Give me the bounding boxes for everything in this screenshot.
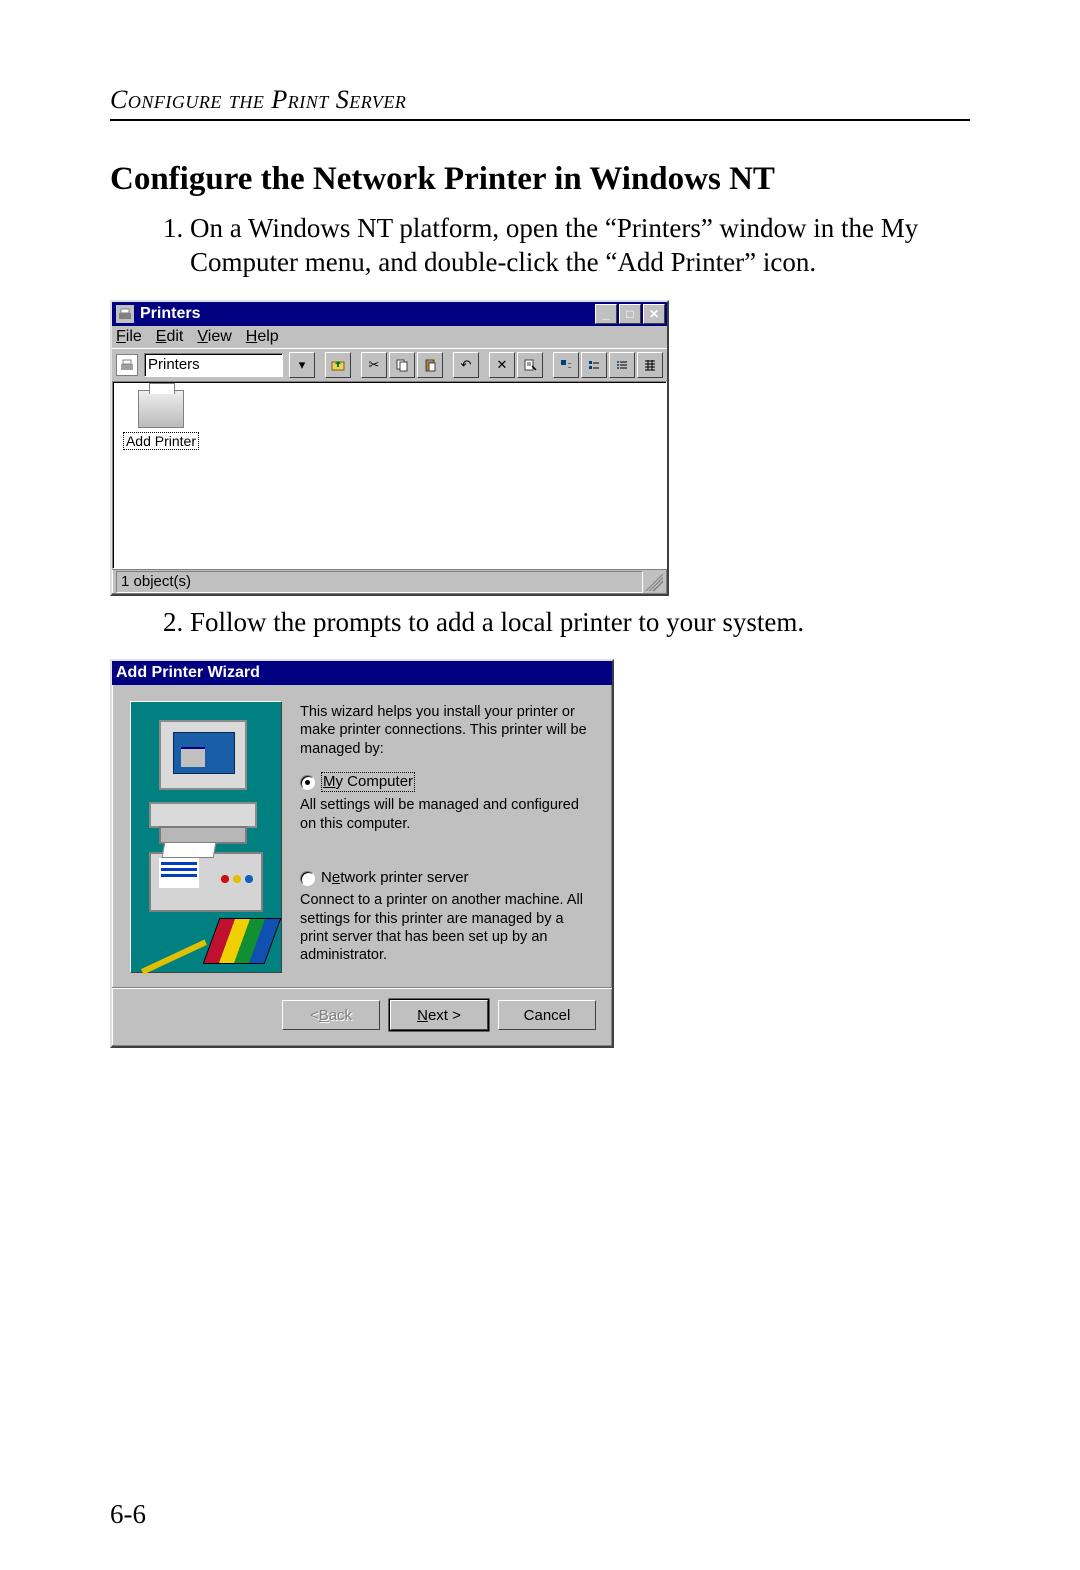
status-bar: 1 object(s): [112, 569, 667, 594]
wizard-intro: This wizard helps you install your print…: [300, 703, 594, 757]
next-button[interactable]: Next >: [390, 1000, 488, 1030]
large-icons-icon[interactable]: ––: [553, 352, 579, 378]
radio-selected-icon: [300, 775, 315, 790]
menu-view[interactable]: View: [197, 328, 231, 346]
maximize-button[interactable]: □: [619, 304, 641, 324]
toolbar: Printers ▾ ✂ ↶ ✕ ––: [112, 348, 667, 381]
header-rule: [110, 119, 970, 121]
minimize-button[interactable]: _: [595, 304, 617, 324]
radio-unselected-icon: [300, 871, 315, 886]
printer-icon: [138, 390, 184, 428]
close-button[interactable]: ✕: [643, 304, 665, 324]
printers-window: Printers _ □ ✕ FFileile Edit View Help P…: [110, 300, 669, 596]
step-2-text: Follow the prompts to add a local printe…: [190, 606, 970, 640]
section-title: Configure the Network Printer in Windows…: [110, 161, 970, 198]
menu-file[interactable]: FFileile: [116, 328, 142, 346]
delete-icon[interactable]: ✕: [489, 352, 515, 378]
properties-icon[interactable]: [517, 352, 543, 378]
undo-icon[interactable]: ↶: [453, 352, 479, 378]
menu-help[interactable]: Help: [246, 328, 279, 346]
cancel-button[interactable]: Cancel: [498, 1000, 596, 1030]
address-box[interactable]: Printers: [144, 353, 283, 377]
add-printer-label: Add Printer: [123, 432, 199, 450]
menubar: FFileile Edit View Help: [112, 326, 667, 348]
wizard-title: Add Printer Wizard: [116, 664, 260, 682]
copy-icon[interactable]: [389, 352, 415, 378]
radio-network-printer[interactable]: Network printer server: [300, 869, 594, 888]
up-one-level-icon[interactable]: [325, 352, 351, 378]
page-header: Configure the Print Server: [110, 85, 970, 115]
window-title: Printers: [140, 305, 200, 323]
wizard-art: [130, 701, 282, 973]
list-view-icon[interactable]: [609, 352, 635, 378]
wizard-titlebar[interactable]: Add Printer Wizard: [112, 661, 612, 685]
step-1-text: On a Windows NT platform, open the “Prin…: [190, 212, 970, 280]
address-folder-icon: [116, 354, 138, 376]
details-view-icon[interactable]: [637, 352, 663, 378]
opt1-description: All settings will be managed and configu…: [300, 796, 594, 832]
address-dropdown-icon[interactable]: ▾: [289, 352, 315, 378]
resize-grip-icon[interactable]: [645, 573, 663, 591]
printers-title-icon: [116, 305, 134, 323]
menu-edit[interactable]: Edit: [156, 328, 184, 346]
cut-icon[interactable]: ✂: [361, 352, 387, 378]
address-text: Printers: [148, 356, 200, 373]
opt2-description: Connect to a printer on another machine.…: [300, 891, 594, 964]
add-printer-item[interactable]: Add Printer: [121, 390, 201, 451]
radio-my-computer[interactable]: My Computer: [300, 772, 594, 793]
titlebar[interactable]: Printers _ □ ✕: [112, 302, 667, 326]
page-number: 6-6: [110, 1499, 146, 1530]
small-icons-icon[interactable]: [581, 352, 607, 378]
svg-text:–: –: [568, 365, 572, 371]
add-printer-wizard: Add Printer Wizard This wizard helps you…: [110, 659, 614, 1048]
back-button: < Back: [282, 1000, 380, 1030]
client-area[interactable]: Add Printer: [112, 381, 667, 569]
status-text: 1 object(s): [121, 573, 191, 590]
paste-icon[interactable]: [417, 352, 443, 378]
